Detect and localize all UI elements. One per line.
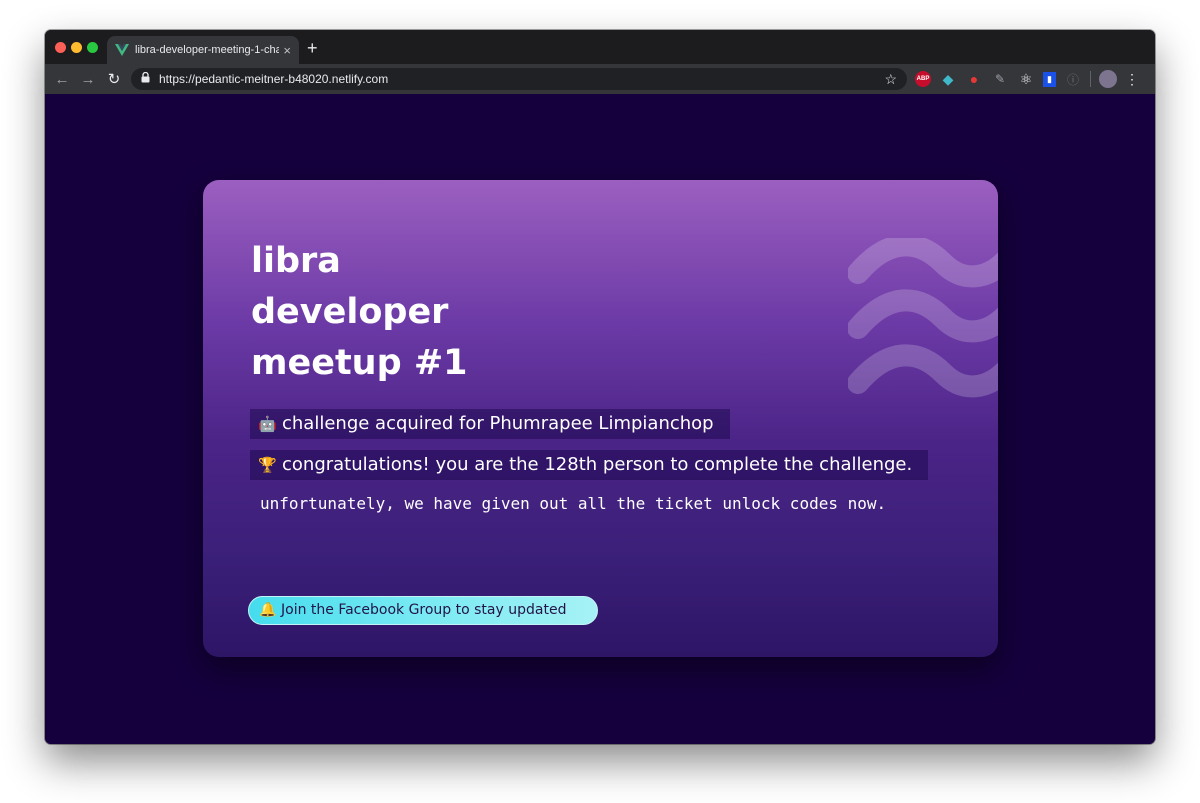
react-devtools-icon[interactable]: ⚛ [1017,70,1035,88]
toolbar-divider [1090,71,1091,87]
join-facebook-group-label: Join the Facebook Group to stay updated [281,602,567,618]
lock-icon [141,71,155,86]
tab-close-icon[interactable]: × [283,43,291,58]
robot-icon: 🤖 [258,415,277,433]
extensions-area: ABP ◆ ● ✎ ⚛ ▮ ⓘ ⋮ [915,69,1139,89]
page-content: libra developer meetup #1 🤖 challenge acq… [45,94,1155,744]
forward-arrow-icon[interactable]: → [75,71,101,88]
address-bar[interactable]: https://pedantic-meitner-b48020.netlify.… [131,68,907,90]
browser-window: libra-developer-meeting-1-cha × + ← → ↻ … [45,30,1155,744]
blue-extension-icon[interactable]: ▮ [1043,71,1056,87]
vue-logo-icon [115,43,129,57]
pen-icon[interactable]: ✎ [991,70,1009,88]
challenge-card: libra developer meetup #1 🤖 challenge acq… [203,180,998,657]
tab-title: libra-developer-meeting-1-cha [135,44,280,56]
maximize-window-button[interactable] [87,42,98,53]
congratulations-banner: 🏆 congratulations! you are the 128th pers… [250,450,929,480]
info-icon[interactable]: ⓘ [1064,70,1082,88]
minimize-window-button[interactable] [71,42,82,53]
congratulations-text: congratulations! you are the 128th perso… [282,454,913,475]
browser-toolbar: ← → ↻ https://pedantic-meitner-b48020.ne… [45,64,1155,94]
trophy-icon: 🏆 [258,456,277,474]
close-window-button[interactable] [55,42,66,53]
tab-strip: libra-developer-meeting-1-cha × + [45,30,1155,64]
kebab-menu-icon[interactable]: ⋮ [1125,71,1139,88]
back-arrow-icon[interactable]: ← [49,71,75,88]
challenge-acquired-text: challenge acquired for Phumrapee Limpian… [282,413,714,434]
new-tab-button[interactable]: + [307,38,318,58]
browser-tab[interactable]: libra-developer-meeting-1-cha × [107,36,299,64]
profile-avatar[interactable] [1099,70,1117,88]
unfortunate-message: unfortunately, we have given out all the… [260,494,887,513]
title-line: meetup #1 [251,343,468,383]
join-facebook-group-button[interactable]: 🔔 Join the Facebook Group to stay updated [248,596,598,625]
color-picker-icon[interactable]: ● [965,70,983,88]
title-line: developer [251,292,449,332]
bookmark-star-icon[interactable]: ☆ [884,71,897,88]
abp-icon[interactable]: ABP [915,71,931,87]
reload-icon[interactable]: ↻ [101,70,127,88]
challenge-acquired-banner: 🤖 challenge acquired for Phumrapee Limpia… [250,409,730,439]
bell-icon: 🔔 [259,602,277,618]
title-line: libra [251,241,341,281]
libra-waves-logo-icon [848,238,998,398]
diamond-icon[interactable]: ◆ [939,70,957,88]
url-text: https://pedantic-meitner-b48020.netlify.… [159,72,389,86]
page-title: libra developer meetup #1 [251,236,468,389]
